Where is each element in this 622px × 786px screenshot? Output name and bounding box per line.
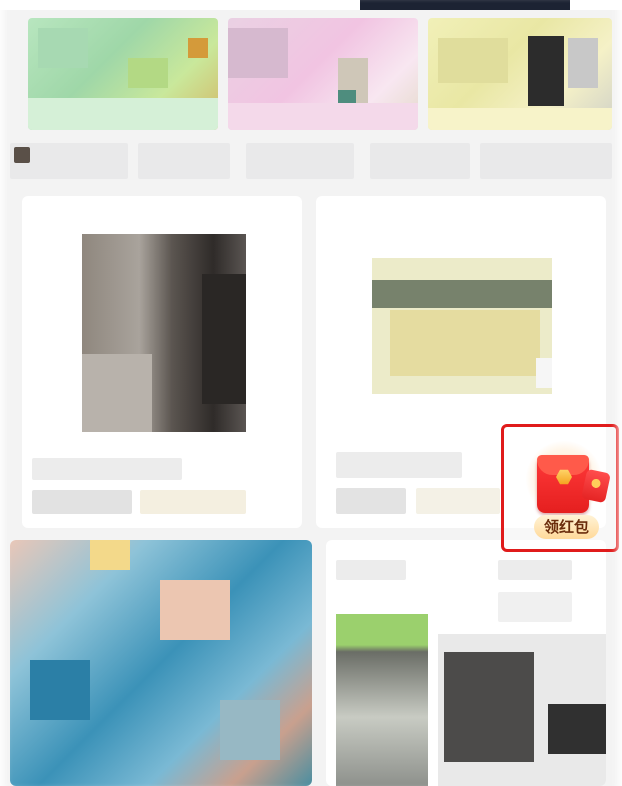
promo-banner-3[interactable] (428, 18, 612, 130)
red-packet-label: 领红包 (534, 515, 600, 539)
product-image (82, 234, 246, 432)
category-item[interactable] (480, 143, 612, 179)
product-image (10, 540, 312, 786)
product-price-placeholder (32, 490, 132, 514)
product-title-placeholder (32, 458, 182, 480)
category-item[interactable] (246, 143, 354, 179)
product-card[interactable] (22, 196, 302, 528)
product-title-placeholder (498, 560, 572, 580)
product-image (372, 258, 552, 394)
status-bar (0, 0, 622, 10)
status-bar-dark-segment (360, 0, 570, 10)
shopping-feed-screen: 领红包 (0, 0, 622, 786)
coin-icon (556, 469, 572, 485)
product-subtitle-placeholder (498, 592, 572, 622)
product-image (336, 614, 428, 786)
category-icon (14, 147, 30, 163)
product-title-placeholder (336, 452, 462, 478)
category-item[interactable] (10, 143, 128, 179)
product-card[interactable] (10, 540, 312, 786)
product-title-placeholder (336, 560, 406, 580)
product-tag-placeholder (140, 490, 246, 514)
category-item[interactable] (138, 143, 230, 179)
promo-banner-1[interactable] (28, 18, 218, 130)
product-card[interactable] (326, 540, 606, 786)
promo-banner-2[interactable] (228, 18, 418, 130)
product-image (438, 634, 606, 786)
product-tag-placeholder (416, 488, 500, 514)
product-price-placeholder (336, 488, 406, 514)
category-row (10, 143, 612, 183)
promo-banner-row (10, 18, 612, 130)
red-envelope-icon (581, 468, 611, 504)
red-envelope-icon (537, 455, 589, 513)
red-packet-button[interactable]: 领红包 (501, 424, 619, 552)
category-item[interactable] (370, 143, 470, 179)
